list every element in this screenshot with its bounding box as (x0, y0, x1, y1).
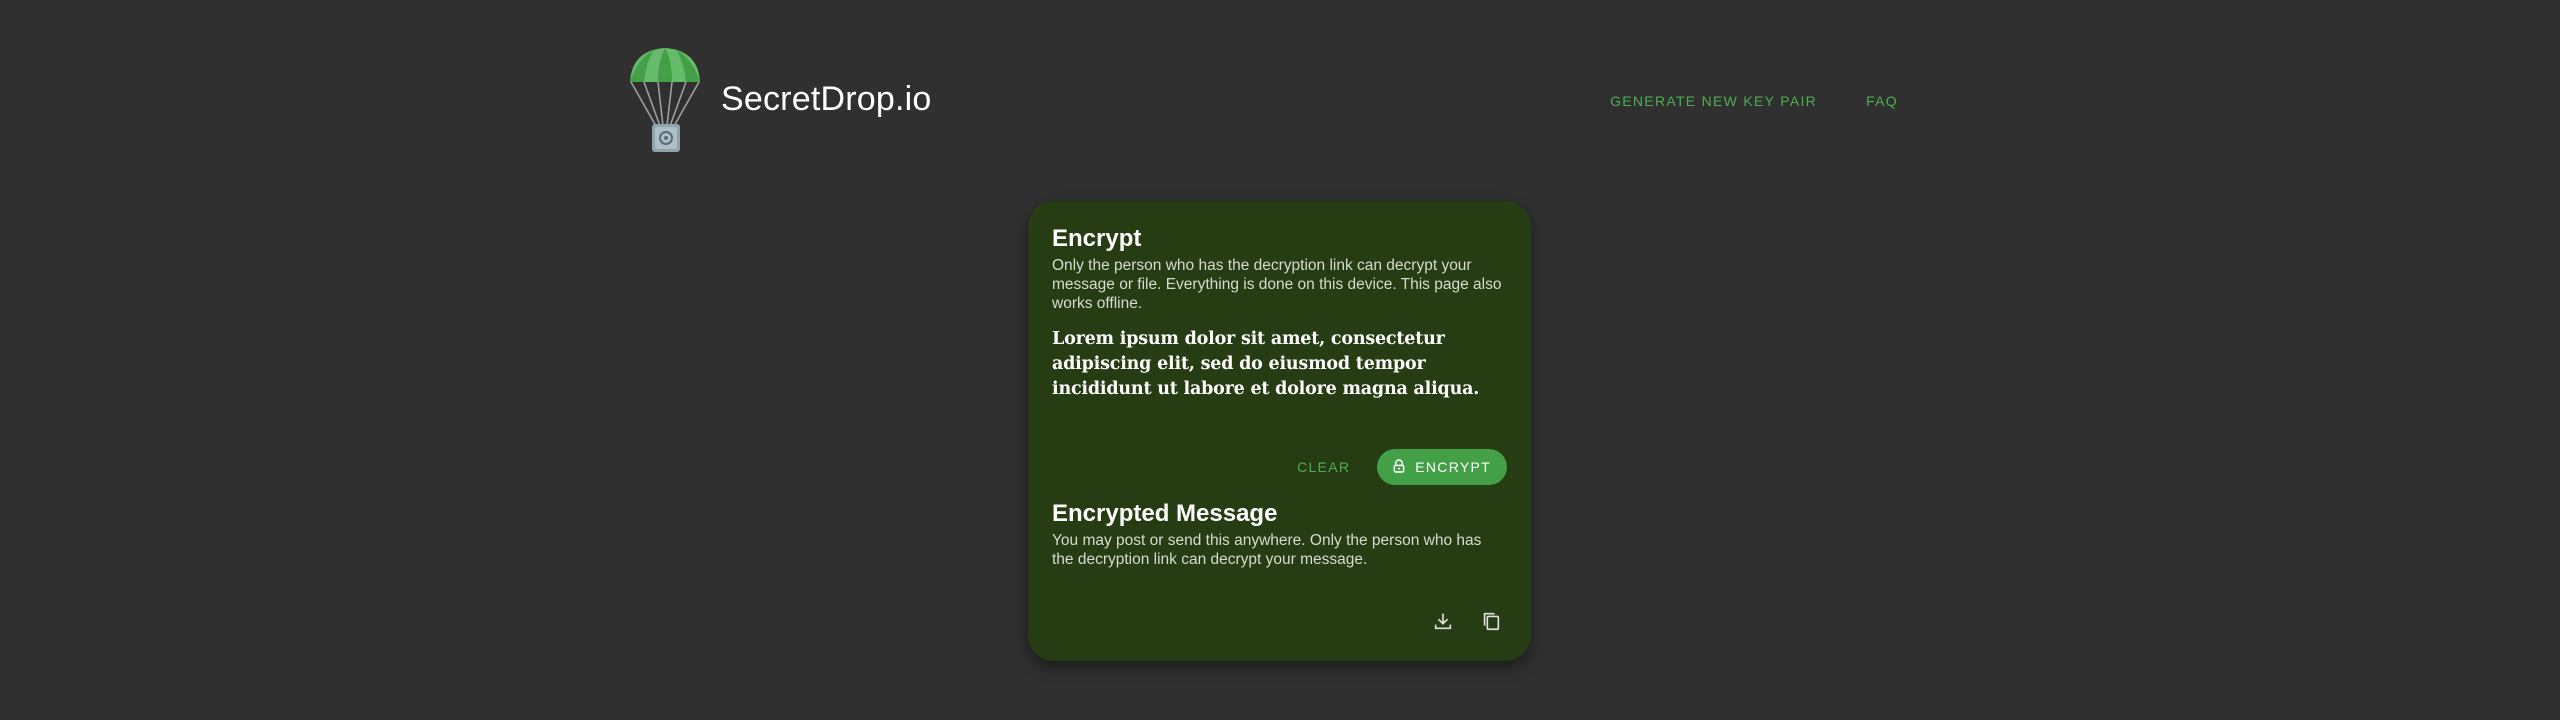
copy-icon[interactable] (1476, 606, 1506, 636)
nav-generate-key-pair[interactable]: GENERATE NEW KEY PAIR (1610, 93, 1817, 109)
page: SecretDrop.io GENERATE NEW KEY PAIR FAQ … (0, 0, 2560, 720)
encrypt-card: Encrypt Only the person who has the decr… (1028, 201, 1531, 661)
parachute-logo-icon[interactable] (628, 46, 702, 156)
encrypted-message-actions (1428, 606, 1506, 636)
encrypt-description: Only the person who has the decryption l… (1052, 257, 1502, 312)
clear-button[interactable]: CLEAR (1270, 451, 1377, 483)
encrypted-message-title: Encrypted Message (1052, 500, 1278, 527)
message-input[interactable]: Lorem ipsum dolor sit amet, consectetur … (1052, 327, 1507, 402)
encrypt-button[interactable]: ENCRYPT (1377, 449, 1507, 485)
top-nav: GENERATE NEW KEY PAIR FAQ (1610, 93, 1898, 109)
brand-title[interactable]: SecretDrop.io (721, 80, 931, 119)
header: SecretDrop.io GENERATE NEW KEY PAIR FAQ (628, 46, 1898, 156)
encrypted-message-description: You may post or send this anywhere. Only… (1052, 532, 1482, 568)
download-icon[interactable] (1428, 606, 1458, 636)
lock-icon (1391, 458, 1407, 477)
encrypt-button-label: ENCRYPT (1415, 459, 1491, 475)
encrypted-message-section: Encrypted Message You may post or send t… (1052, 500, 1507, 569)
nav-faq[interactable]: FAQ (1866, 93, 1898, 109)
encrypt-actions: CLEAR ENCRYPT (1270, 449, 1507, 485)
encrypt-title: Encrypt (1052, 225, 1142, 252)
